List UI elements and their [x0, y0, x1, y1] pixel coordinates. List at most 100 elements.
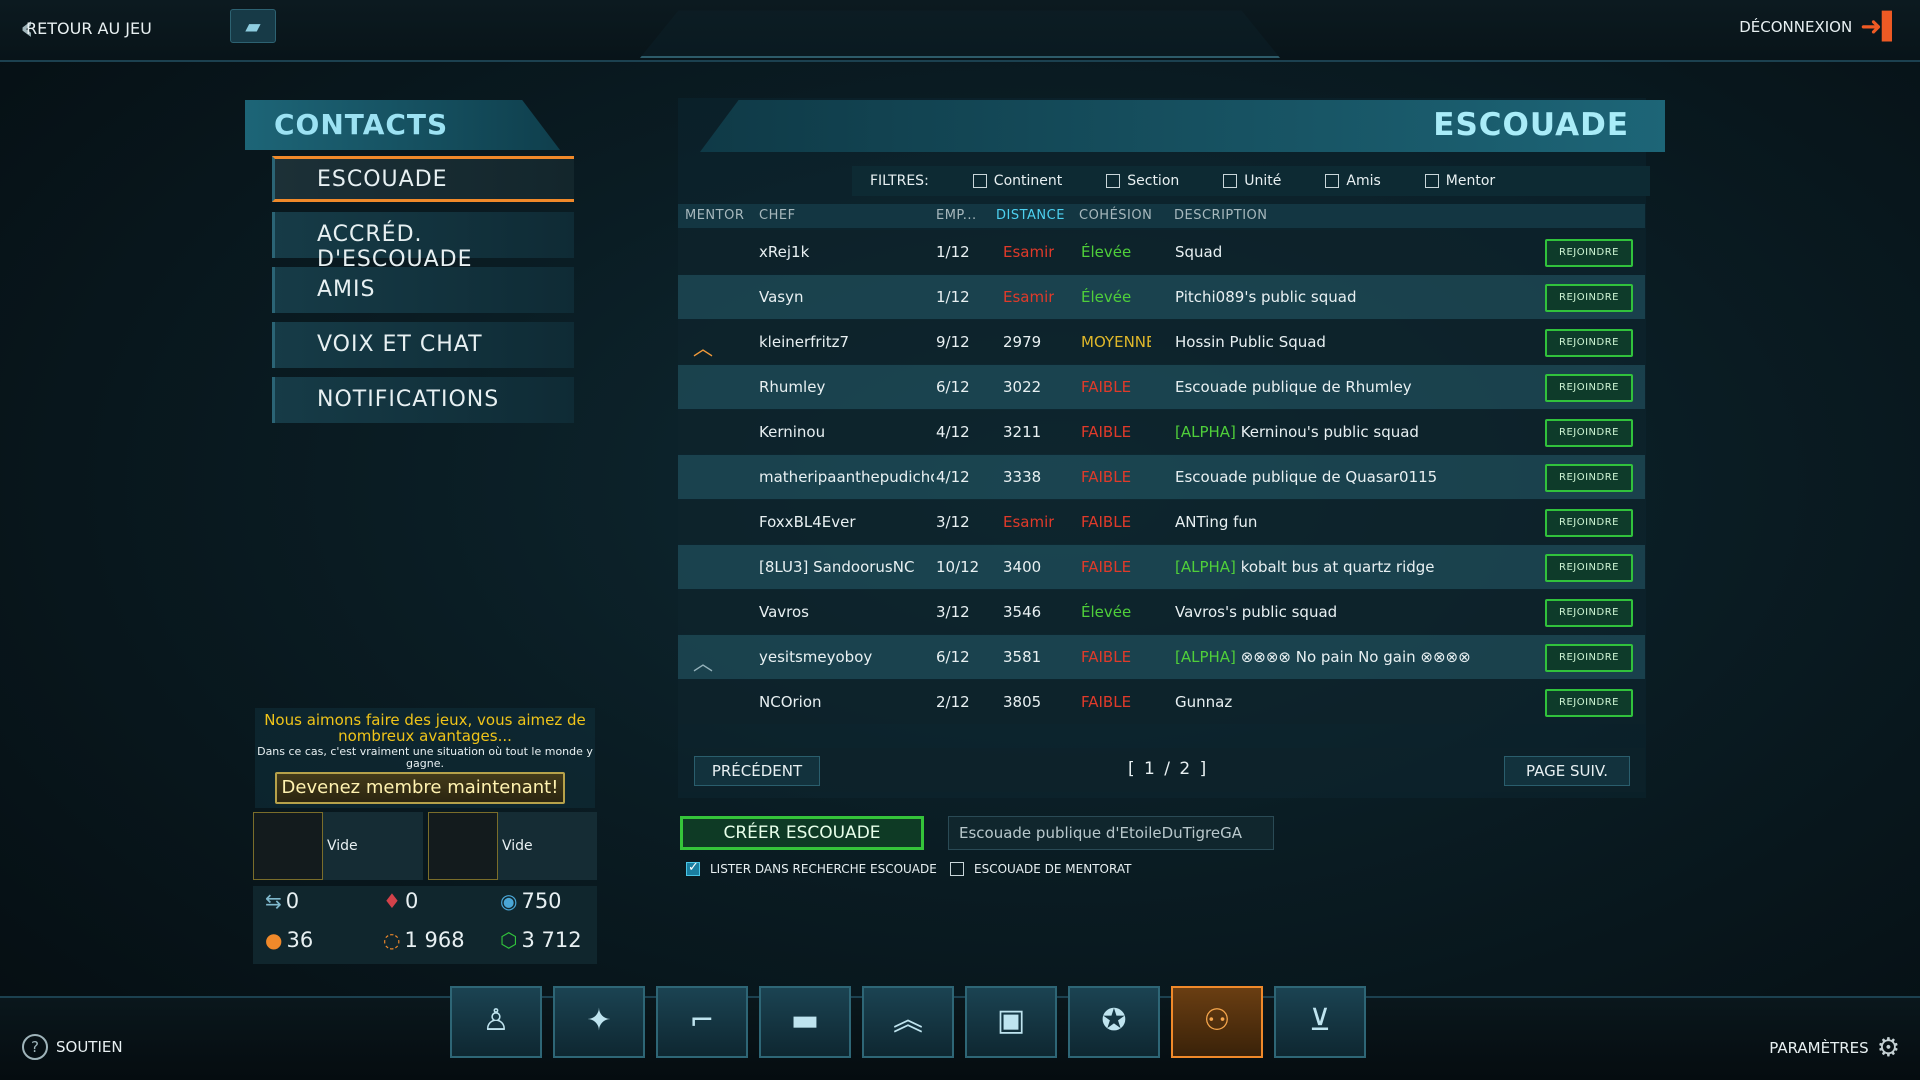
dock-certification-button[interactable]: ▣	[965, 986, 1057, 1058]
stat-4: ● 36	[265, 928, 314, 952]
dock-medal-button[interactable]: ✪	[1068, 986, 1160, 1058]
description-text: ⊗⊗⊗⊗ No pain No gain ⊗⊗⊗⊗	[1240, 648, 1471, 666]
squad-name-input[interactable]	[948, 816, 1274, 850]
empty-slot-1[interactable]	[253, 812, 323, 880]
dock-tank-button[interactable]: ▬	[759, 986, 851, 1058]
stat-1: ⇆ 0	[265, 889, 300, 913]
join-button[interactable]: REJOINDRE	[1545, 644, 1633, 672]
filter-mentor[interactable]: Mentor	[1424, 173, 1495, 189]
cell-emp: 3/12	[936, 513, 970, 531]
join-button[interactable]: REJOINDRE	[1545, 374, 1633, 402]
checkbox[interactable]	[1223, 174, 1238, 188]
col-emp[interactable]: EMP...	[936, 208, 977, 223]
table-row[interactable]: ︿ yesitsmeyoboy 6/12 3581 FAIBLE [ALPHA] ⊗⊗⊗⊗…	[678, 635, 1645, 679]
col-mentor[interactable]: MENTOR	[685, 208, 744, 223]
previous-page-button[interactable]: PRÉCÉDENT	[694, 756, 820, 786]
table-row[interactable]: [8LU3] SandoorusNC 10/12 3400 FAIBLE [ALPHA]…	[678, 545, 1645, 589]
table-row[interactable]: FoxxBL4Ever 3/12 Esamir FAIBLE ANTing fun REJ…	[678, 500, 1645, 544]
checkbox[interactable]	[1325, 174, 1340, 188]
join-button[interactable]: REJOINDRE	[1545, 284, 1633, 312]
option-mentor-squad[interactable]: ESCOUADE DE MENTORAT	[950, 862, 1131, 876]
dock-squad-button[interactable]: ⚇	[1171, 986, 1263, 1058]
squad-title: ESCOUADE	[700, 100, 1665, 152]
filter-section[interactable]: Section	[1106, 173, 1179, 189]
chat-button[interactable]: ▰	[230, 9, 276, 43]
cell-cohesion: FAIBLE	[1081, 513, 1132, 531]
sidebar-item-accred[interactable]: ACCRÉD. D'ESCOUADE	[272, 212, 574, 272]
dock-rank-chevron-button[interactable]: ︽	[862, 986, 954, 1058]
join-button[interactable]: REJOINDRE	[1545, 554, 1633, 582]
cell-cohesion: Élevée	[1081, 288, 1132, 306]
next-page-button[interactable]: PAGE SUIV.	[1504, 756, 1630, 786]
join-button[interactable]: REJOINDRE	[1545, 509, 1633, 537]
table-row[interactable]: Vavros 3/12 3546 Élevée Vavros's public squa…	[678, 590, 1645, 634]
description-text: Squad	[1175, 243, 1223, 261]
table-row[interactable]: ︿ kleinerfritz7 9/12 2979 MOYENNE Hossin Publ…	[678, 320, 1645, 364]
join-button[interactable]: REJOINDRE	[1545, 239, 1633, 267]
logout-button[interactable]: DÉCONNEXION ➜▌	[1739, 12, 1902, 42]
join-button[interactable]: REJOINDRE	[1545, 329, 1633, 357]
slot-2-label: Vide	[502, 838, 533, 854]
cell-cohesion: FAIBLE	[1081, 558, 1132, 576]
checkbox[interactable]	[950, 862, 964, 876]
description-text: ANTing fun	[1175, 513, 1258, 531]
link-arrows-icon: ⇆	[265, 889, 282, 913]
checkbox[interactable]	[972, 174, 987, 188]
page-indicator: [ 1 / 2 ]	[1128, 759, 1209, 779]
col-distance[interactable]: DISTANCE	[996, 208, 1065, 223]
sidebar-item-escouade[interactable]: ESCOUADE	[272, 156, 574, 202]
cell-emp: 10/12	[936, 558, 980, 576]
table-row[interactable]: NCOrion 2/12 3805 FAIBLE Gunnaz REJOINDRE	[678, 680, 1645, 724]
dock-compass-star-button[interactable]: ✦	[553, 986, 645, 1058]
settings-button[interactable]: PARAMÈTRES ⚙	[1769, 1033, 1900, 1063]
create-squad-button[interactable]: CRÉER ESCOUADE	[680, 816, 924, 850]
cell-cohesion: MOYENNE	[1081, 333, 1151, 351]
join-button[interactable]: REJOINDRE	[1545, 599, 1633, 627]
description-text: Gunnaz	[1175, 693, 1233, 711]
join-button[interactable]: REJOINDRE	[1545, 689, 1633, 717]
table-row[interactable]: matheripaanthepudicho 4/12 3338 FAIBLE Escou…	[678, 455, 1645, 499]
filter-amis[interactable]: Amis	[1325, 173, 1381, 189]
support-button[interactable]: ? SOUTIEN	[22, 1034, 123, 1060]
dock-pistol-button[interactable]: ⌐	[656, 986, 748, 1058]
join-button[interactable]: REJOINDRE	[1545, 464, 1633, 492]
become-member-button[interactable]: Devenez membre maintenant!	[275, 772, 565, 804]
cell-description: Hossin Public Squad	[1175, 333, 1515, 351]
exit-door-icon: ➜▌	[1860, 12, 1902, 42]
description-text: Escouade publique de Rhumley	[1175, 378, 1412, 396]
checkbox[interactable]	[1424, 174, 1439, 188]
table-row[interactable]: Kerninou 4/12 3211 FAIBLE [ALPHA] Kerninou's…	[678, 410, 1645, 454]
table-row[interactable]: Vasyn 1/12 Esamir Élevée Pitchi089's public …	[678, 275, 1645, 319]
sidebar-item-voix-chat[interactable]: VOIX ET CHAT	[272, 322, 574, 368]
dbg-coin-icon: ●	[265, 928, 283, 952]
filter-continent[interactable]: Continent	[972, 173, 1062, 189]
cell-description: Gunnaz	[1175, 693, 1515, 711]
cell-distance: Esamir	[1003, 288, 1055, 306]
empty-slot-2[interactable]	[428, 812, 498, 880]
pistol-icon: ⌐	[689, 1003, 715, 1038]
col-description[interactable]: DESCRIPTION	[1174, 208, 1268, 223]
dock-cart-button[interactable]: ⊻	[1274, 986, 1366, 1058]
table-row[interactable]: Rhumley 6/12 3022 FAIBLE Escouade publique d…	[678, 365, 1645, 409]
table-row[interactable]: xRej1k 1/12 Esamir Élevée Squad REJOINDRE	[678, 230, 1645, 274]
option-list-in-search[interactable]: LISTER DANS RECHERCHE ESCOUADE	[686, 860, 937, 876]
tank-icon: ▬	[790, 1003, 820, 1038]
cell-chef: matheripaanthepudicho	[759, 468, 934, 486]
gear-icon: ⚙	[1876, 1033, 1900, 1063]
mentor-chevron-icon: ︿	[693, 336, 713, 360]
back-to-game-button[interactable]: ‹‹ RETOUR AU JEU	[20, 11, 152, 45]
question-icon: ?	[22, 1034, 48, 1060]
dock-soldier-button[interactable]: ♙	[450, 986, 542, 1058]
checkbox[interactable]	[1106, 174, 1121, 188]
join-button[interactable]: REJOINDRE	[1545, 419, 1633, 447]
sidebar-item-notifications[interactable]: NOTIFICATIONS	[272, 377, 574, 423]
settings-label: PARAMÈTRES	[1769, 1039, 1869, 1057]
col-chef[interactable]: CHEF	[759, 208, 796, 223]
filter-unite[interactable]: Unité	[1223, 173, 1281, 189]
col-cohesion[interactable]: COHÉSION	[1079, 208, 1152, 223]
checkbox-checked[interactable]	[686, 860, 700, 876]
sidebar-item-amis[interactable]: AMIS	[272, 267, 574, 313]
filters-label: FILTRES:	[870, 173, 929, 189]
cell-emp: 4/12	[936, 423, 970, 441]
table-header: MENTOR CHEF EMP... DISTANCE COHÉSION DES…	[678, 204, 1645, 228]
